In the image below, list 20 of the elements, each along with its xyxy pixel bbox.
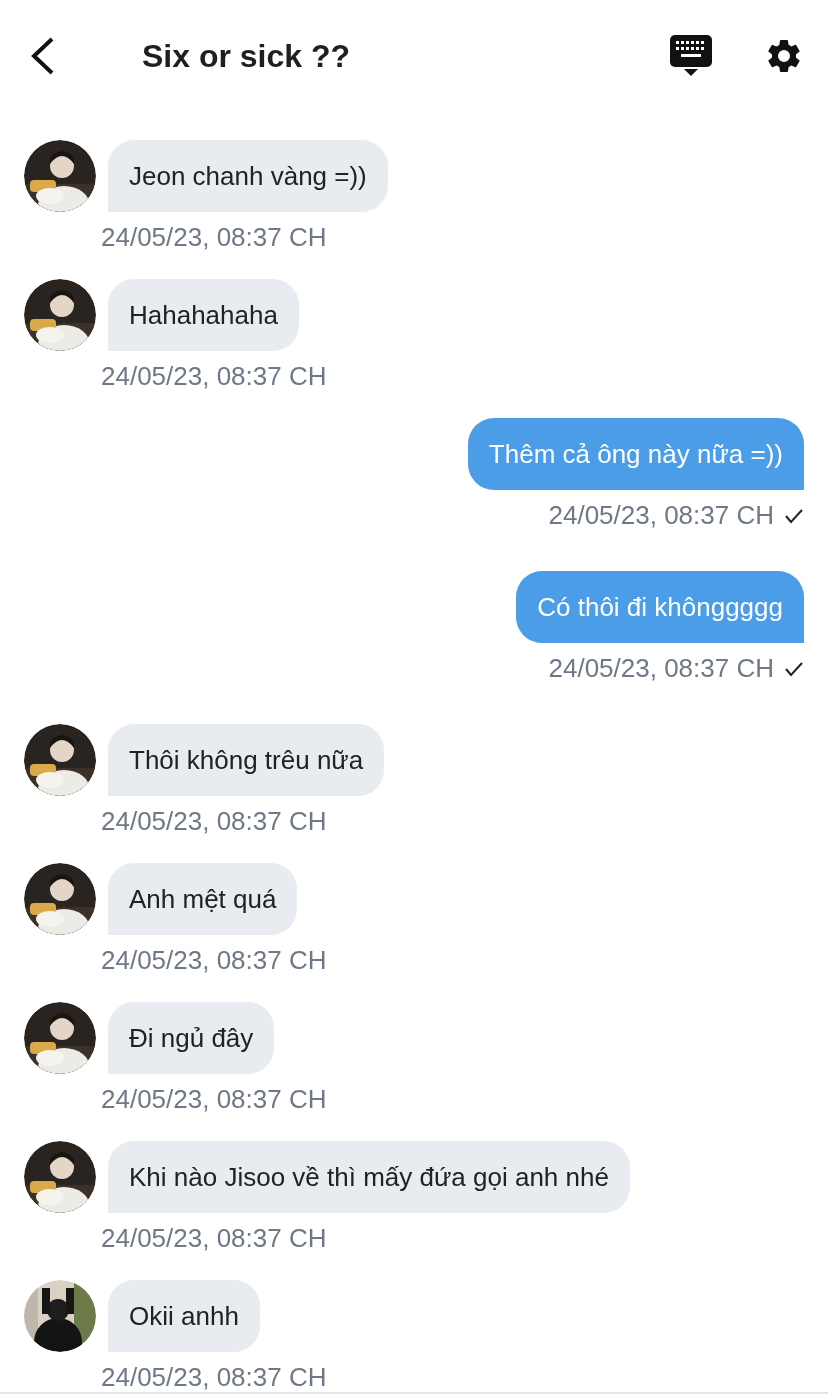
message-bubble: Đi ngủ đây [108,1002,275,1074]
message-bubble: Okii anhh [108,1280,260,1352]
message-bubble: Có thôi đi khônggggg [516,571,804,643]
chat-title: Six or sick ?? [142,37,352,75]
message-time: 24/05/23, 08:37 CH [101,1223,327,1254]
message-time: 24/05/23, 08:37 CH [101,945,327,976]
message-bubble: Hahahahaha [108,279,299,351]
message-time: 24/05/23, 08:37 CH [101,806,327,837]
message-time: 24/05/23, 08:37 CH [101,222,327,253]
message-time: 24/05/23, 08:37 CH [548,500,774,531]
message-bubble: Anh mệt quá [108,863,298,935]
message-time: 24/05/23, 08:37 CH [101,361,327,392]
message-time: 24/05/23, 08:37 CH [548,653,774,684]
message-time: 24/05/23, 08:37 CH [101,1084,327,1115]
message-bubble: Thôi không trêu nữa [108,724,385,796]
message-bubble: Jeon chanh vàng =)) [108,140,388,212]
keyboard-icon[interactable] [670,35,712,77]
message-bubble: Thêm cả ông này nữa =)) [467,418,804,490]
message-time: 24/05/23, 08:37 CH [101,1362,327,1392]
message-bubble: Khi nào Jisoo về thì mấy đứa gọi anh nhé [108,1141,630,1213]
